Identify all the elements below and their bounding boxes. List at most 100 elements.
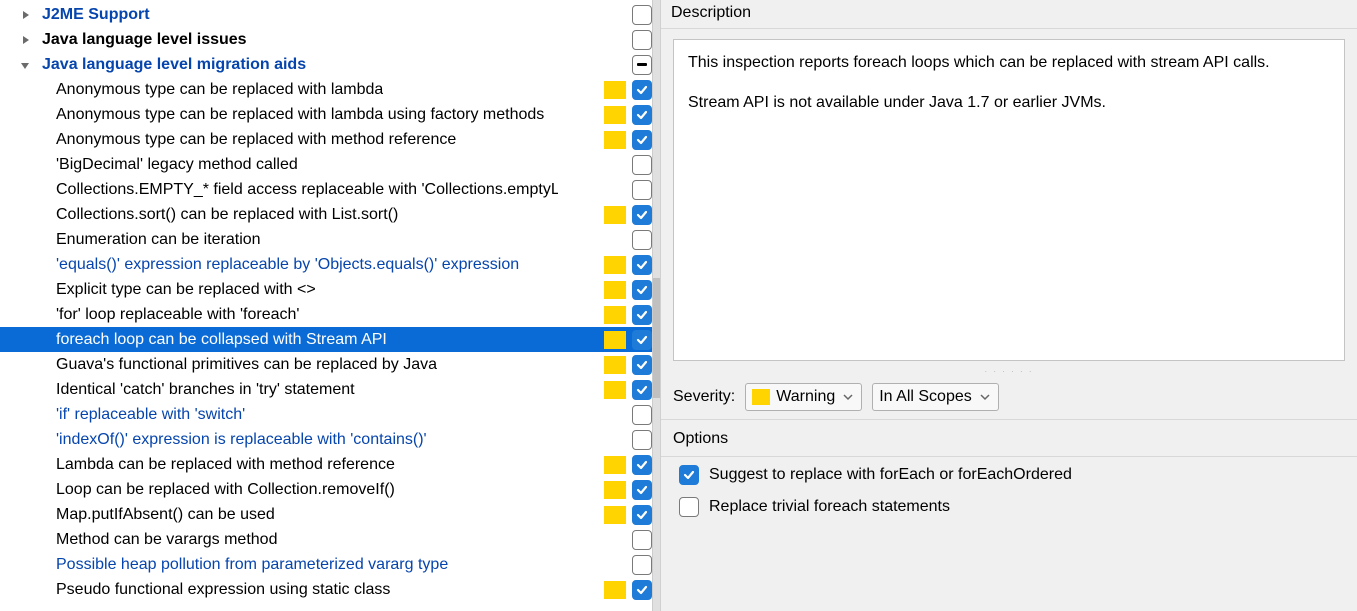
inspection-checkbox[interactable] (632, 330, 652, 350)
tree-item-label: Guava's functional primitives can be rep… (52, 356, 437, 374)
inspection-checkbox[interactable] (632, 230, 652, 250)
tree-item-label: 'if' replaceable with 'switch' (52, 406, 245, 424)
chevron-right-icon[interactable] (18, 8, 32, 22)
tree-item[interactable]: Collections.EMPTY_* field access replace… (0, 177, 660, 202)
severity-value: Warning (776, 388, 835, 406)
chevron-down-icon (841, 390, 855, 404)
tree-item[interactable]: Pseudo functional expression using stati… (0, 577, 660, 602)
scope-combo[interactable]: In All Scopes (872, 383, 999, 411)
tree-group[interactable]: Java language level migration aids (0, 52, 660, 77)
inspection-tree[interactable]: J2ME Support Java language level issues Ja… (0, 0, 660, 602)
severity-combo[interactable]: Warning (745, 383, 862, 411)
tree-item[interactable]: Anonymous type can be replaced with meth… (0, 127, 660, 152)
inspection-checkbox[interactable] (632, 55, 652, 75)
option-label-1: Suggest to replace with forEach or forEa… (709, 466, 1072, 484)
tree-item[interactable]: Loop can be replaced with Collection.rem… (0, 477, 660, 502)
tree-item[interactable]: Lambda can be replaced with method refer… (0, 452, 660, 477)
inspection-checkbox[interactable] (632, 505, 652, 525)
tree-item[interactable]: Collections.sort() can be replaced with … (0, 202, 660, 227)
option-row-2: Replace trivial foreach statements (661, 489, 1357, 521)
tree-group[interactable]: Java language level issues (0, 27, 660, 52)
inspection-checkbox[interactable] (632, 380, 652, 400)
tree-item[interactable]: 'indexOf()' expression is replaceable wi… (0, 427, 660, 452)
tree-item[interactable]: Method can be varargs method (0, 527, 660, 552)
inspection-checkbox[interactable] (632, 5, 652, 25)
severity-chip (604, 481, 626, 499)
options-title: Options (661, 419, 1357, 457)
severity-chip (604, 106, 626, 124)
tree-item[interactable]: 'for' loop replaceable with 'foreach' (0, 302, 660, 327)
severity-chip (604, 456, 626, 474)
tree-item[interactable]: 'if' replaceable with 'switch' (0, 402, 660, 427)
chevron-down-icon[interactable] (18, 58, 32, 72)
description-box: This inspection reports foreach loops wh… (673, 39, 1345, 361)
inspection-checkbox[interactable] (632, 355, 652, 375)
tree-item-label: Anonymous type can be replaced with meth… (52, 131, 456, 149)
tree-group-label: Java language level issues (38, 31, 247, 49)
tree-item[interactable]: Identical 'catch' branches in 'try' stat… (0, 377, 660, 402)
severity-chip (604, 256, 626, 274)
tree-item-label: Loop can be replaced with Collection.rem… (52, 481, 395, 499)
chevron-down-icon (978, 390, 992, 404)
severity-label: Severity: (673, 388, 735, 406)
inspection-checkbox[interactable] (632, 205, 652, 225)
tree-item[interactable]: Explicit type can be replaced with <> (0, 277, 660, 302)
inspection-checkbox[interactable] (632, 255, 652, 275)
inspection-checkbox[interactable] (632, 305, 652, 325)
option-label-2: Replace trivial foreach statements (709, 498, 950, 516)
chevron-right-icon[interactable] (18, 33, 32, 47)
tree-item[interactable]: Guava's functional primitives can be rep… (0, 352, 660, 377)
inspection-checkbox[interactable] (632, 80, 652, 100)
tree-item-label: Method can be varargs method (52, 531, 277, 549)
tree-group-label: J2ME Support (38, 6, 150, 24)
inspection-checkbox[interactable] (632, 530, 652, 550)
inspection-checkbox[interactable] (632, 430, 652, 450)
inspection-checkbox[interactable] (632, 580, 652, 600)
inspection-checkbox[interactable] (632, 555, 652, 575)
inspection-checkbox[interactable] (632, 405, 652, 425)
severity-chip (604, 306, 626, 324)
severity-color-chip (752, 389, 770, 405)
option-check-1[interactable] (679, 465, 699, 485)
tree-item-label: Explicit type can be replaced with <> (52, 281, 316, 299)
inspection-checkbox[interactable] (632, 30, 652, 50)
inspection-checkbox[interactable] (632, 180, 652, 200)
severity-chip (604, 381, 626, 399)
tree-item[interactable]: foreach loop can be collapsed with Strea… (0, 327, 660, 352)
tree-item-label: Lambda can be replaced with method refer… (52, 456, 395, 474)
description-p2: Stream API is not available under Java 1… (688, 92, 1330, 114)
option-check-2[interactable] (679, 497, 699, 517)
tree-group[interactable]: J2ME Support (0, 2, 660, 27)
severity-chip (604, 281, 626, 299)
severity-chip (604, 206, 626, 224)
tree-item[interactable]: Anonymous type can be replaced with lamb… (0, 77, 660, 102)
severity-chip (604, 331, 626, 349)
option-row-1: Suggest to replace with forEach or forEa… (661, 457, 1357, 489)
tree-item[interactable]: Anonymous type can be replaced with lamb… (0, 102, 660, 127)
scrollbar-thumb[interactable] (653, 278, 660, 398)
inspection-checkbox[interactable] (632, 130, 652, 150)
tree-item-label: Collections.EMPTY_* field access replace… (52, 181, 558, 199)
inspection-checkbox[interactable] (632, 105, 652, 125)
severity-chip (604, 81, 626, 99)
tree-item-label: Collections.sort() can be replaced with … (52, 206, 398, 224)
inspection-checkbox[interactable] (632, 155, 652, 175)
tree-item-label: foreach loop can be collapsed with Strea… (52, 331, 387, 349)
resize-gripper[interactable]: · · · · · · (661, 367, 1357, 375)
tree-item[interactable]: Possible heap pollution from parameteriz… (0, 552, 660, 577)
inspection-checkbox[interactable] (632, 480, 652, 500)
severity-chip (604, 131, 626, 149)
tree-item-label: Enumeration can be iteration (52, 231, 261, 249)
description-p1: This inspection reports foreach loops wh… (688, 52, 1330, 74)
severity-chip (604, 506, 626, 524)
inspection-checkbox[interactable] (632, 280, 652, 300)
split-divider[interactable] (652, 0, 660, 611)
tree-item[interactable]: Enumeration can be iteration (0, 227, 660, 252)
inspection-checkbox[interactable] (632, 455, 652, 475)
severity-chip (604, 581, 626, 599)
tree-item[interactable]: 'BigDecimal' legacy method called (0, 152, 660, 177)
tree-item-label: 'indexOf()' expression is replaceable wi… (52, 431, 427, 449)
inspection-tree-panel: J2ME Support Java language level issues Ja… (0, 0, 660, 611)
tree-item[interactable]: 'equals()' expression replaceable by 'Ob… (0, 252, 660, 277)
tree-item[interactable]: Map.putIfAbsent() can be used (0, 502, 660, 527)
